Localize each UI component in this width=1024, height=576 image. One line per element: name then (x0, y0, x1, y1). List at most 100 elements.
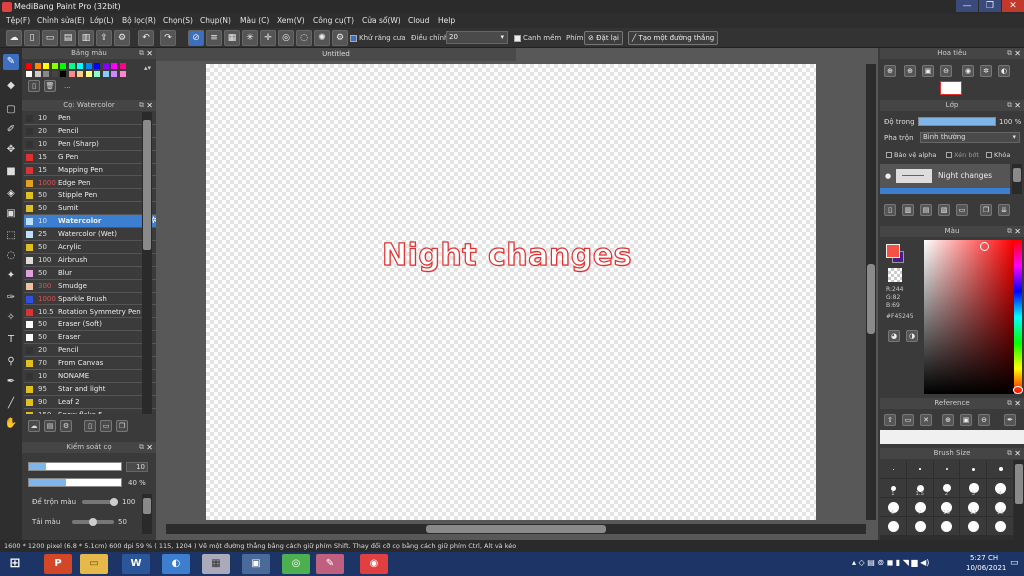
grid-snap-icon[interactable]: ▦ (224, 30, 240, 46)
fit-screen-icon[interactable]: ▣ (922, 65, 934, 77)
new-halftone-layer-icon[interactable]: ▥ (902, 204, 914, 216)
divide-tool-icon[interactable]: ╱ (3, 396, 19, 412)
brush-list-item[interactable]: 20 Pencil (24, 344, 160, 358)
select-eraser-icon[interactable]: ✧ (3, 310, 19, 326)
cloud-brush-icon[interactable]: ☁ (28, 420, 40, 432)
brush-list-item[interactable]: 1000 Edge Pen (24, 176, 160, 190)
brush-size-cell[interactable] (960, 460, 987, 478)
zoom-out-icon[interactable]: ⊖ (940, 65, 952, 77)
merge-layer-icon[interactable]: ⇊ (998, 204, 1010, 216)
brush-size-cell[interactable] (987, 517, 1013, 535)
palette-swatch[interactable] (77, 63, 83, 69)
brush-list-item[interactable]: 300 Smudge (24, 279, 160, 293)
layer-scrollbar[interactable] (1012, 164, 1022, 194)
canvas-vertical-scroll-thumb[interactable] (867, 264, 875, 334)
brush-list-item[interactable]: 50 Stipple Pen (24, 189, 160, 203)
curve-snap-icon[interactable]: ◌ (296, 30, 312, 46)
popout-icon[interactable]: ⧉ (139, 100, 144, 111)
brush-size-cell[interactable] (880, 517, 906, 535)
reset-view-icon[interactable]: ✲ (980, 65, 992, 77)
make-line-button[interactable]: ╱ Tạo một đường thẳng (628, 31, 719, 45)
redo-icon[interactable]: ↷ (160, 30, 176, 46)
layer-row-selected[interactable] (880, 188, 1010, 194)
protect-alpha-checkbox[interactable] (886, 152, 892, 158)
trash-icon[interactable]: 🗑 (44, 80, 56, 92)
drawing-canvas[interactable]: Night changes (206, 64, 816, 520)
zoom-in-icon[interactable]: ⊕ (904, 65, 916, 77)
select-tool-icon[interactable]: ⬚ (3, 228, 19, 244)
palette-swatch[interactable] (111, 63, 117, 69)
layer-row[interactable]: ● Night changes (880, 164, 1010, 188)
popout-icon[interactable]: ⧉ (1007, 226, 1012, 237)
close-icon[interactable]: ✕ (1014, 398, 1021, 409)
size-value[interactable]: 10 (126, 462, 148, 472)
clipping-toggle[interactable]: Xén bớt (946, 151, 979, 159)
palette-swatch[interactable] (77, 71, 83, 77)
chrome-icon[interactable]: ◉ (360, 554, 388, 574)
mix-slider[interactable] (82, 498, 118, 506)
palette-swatch[interactable] (26, 63, 32, 69)
duplicate-layer-icon[interactable]: ❐ (980, 204, 992, 216)
hand-tool-icon[interactable]: ✋ (3, 416, 19, 432)
circle-snap-icon[interactable]: ◎ (278, 30, 294, 46)
brush-list-item[interactable]: 15 G Pen (24, 150, 160, 164)
brush-list-item[interactable]: 10 Pen (Sharp) (24, 137, 160, 151)
shape-tool-icon[interactable]: ■ (3, 164, 19, 180)
close-icon[interactable]: ✕ (1014, 226, 1021, 237)
layer-opacity-slider[interactable] (918, 117, 996, 126)
brush-list-item[interactable]: 150 Snow flake 5 (24, 408, 160, 414)
antialias-toggle[interactable]: Khử răng cưa (350, 34, 406, 42)
brush-list-item[interactable]: 50 Eraser (24, 331, 160, 345)
menu-window[interactable]: Cửa sổ(W) (362, 16, 401, 25)
menu-filter[interactable]: Bộ lọc(R) (122, 16, 156, 25)
new-file-icon[interactable]: ▯ (24, 30, 40, 46)
reference-image-area[interactable] (880, 430, 1024, 444)
brush-size-cell[interactable] (933, 460, 960, 478)
close-icon[interactable]: ✕ (146, 48, 153, 59)
popout-icon[interactable]: ⧉ (1007, 48, 1012, 59)
palette-swatch[interactable] (102, 71, 109, 77)
brush-settings-icon[interactable]: ⚙ (60, 420, 72, 432)
menu-help[interactable]: Help (438, 16, 455, 25)
gradient-tool-icon[interactable]: ▣ (3, 206, 19, 222)
menu-cloud[interactable]: Cloud (408, 16, 429, 25)
reload-knob[interactable] (89, 518, 97, 526)
move-tool-icon[interactable]: ✥ (3, 142, 19, 158)
brush-size-cell[interactable]: 1.5 (906, 479, 933, 497)
palette-swatch[interactable] (51, 63, 58, 69)
text-tool-icon[interactable]: T (3, 332, 19, 348)
adjust-select[interactable]: 20 ▾ (446, 31, 508, 44)
brush-list-item[interactable]: 50 Eraser (Soft) (24, 318, 160, 332)
palette-swatch[interactable] (43, 63, 49, 69)
close-icon[interactable]: ✕ (1014, 100, 1021, 111)
brush-list-item[interactable]: 100 Airbrush (24, 253, 160, 267)
menu-layer[interactable]: Lớp(L) (90, 16, 114, 25)
undo-icon[interactable]: ↶ (138, 30, 154, 46)
close-reference-icon[interactable]: ✕ (920, 414, 932, 426)
brush-size-cell[interactable]: 4 (987, 479, 1013, 497)
new-8bit-layer-icon[interactable]: ▤ (920, 204, 932, 216)
brush-tool-icon[interactable]: ✎ (3, 54, 19, 70)
eyedropper-icon[interactable]: ✒ (1004, 414, 1016, 426)
new-brush-icon[interactable]: ▯ (84, 420, 96, 432)
eye-icon[interactable]: ● (885, 172, 891, 180)
select-pen-icon[interactable]: ✑ (3, 290, 19, 306)
folder-icon[interactable]: ▭ (100, 420, 112, 432)
notification-icon[interactable]: ▭ (1010, 558, 1019, 568)
clock-date[interactable]: 10/06/2021 (966, 564, 1006, 572)
brush-size-scrollbar[interactable] (1014, 460, 1024, 540)
protect-alpha-toggle[interactable]: Bảo vệ alpha (886, 151, 936, 159)
popout-icon[interactable]: ⧉ (1007, 448, 1012, 459)
brush-list-item[interactable]: 10 Pen (24, 112, 160, 125)
popout-icon[interactable]: ⧉ (1007, 100, 1012, 111)
brush-list-scrollbar[interactable] (142, 112, 152, 414)
reset-button[interactable]: ⊘ Đặt lại (584, 31, 623, 45)
tray-icons[interactable]: ▴ ◇ ▤ ⊚ ◼ ▮ ◥ ▆ ◀) (852, 558, 929, 567)
close-icon[interactable]: ✕ (1014, 48, 1021, 59)
foreground-color-swatch[interactable] (886, 244, 900, 258)
brush-control-scrollbar[interactable] (142, 494, 152, 534)
brush-list-item[interactable]: 15 Mapping Pen (24, 163, 160, 177)
palette-swatch[interactable] (68, 63, 75, 69)
hue-slider-knob[interactable] (1013, 386, 1023, 394)
palette-swatch[interactable] (43, 71, 49, 77)
